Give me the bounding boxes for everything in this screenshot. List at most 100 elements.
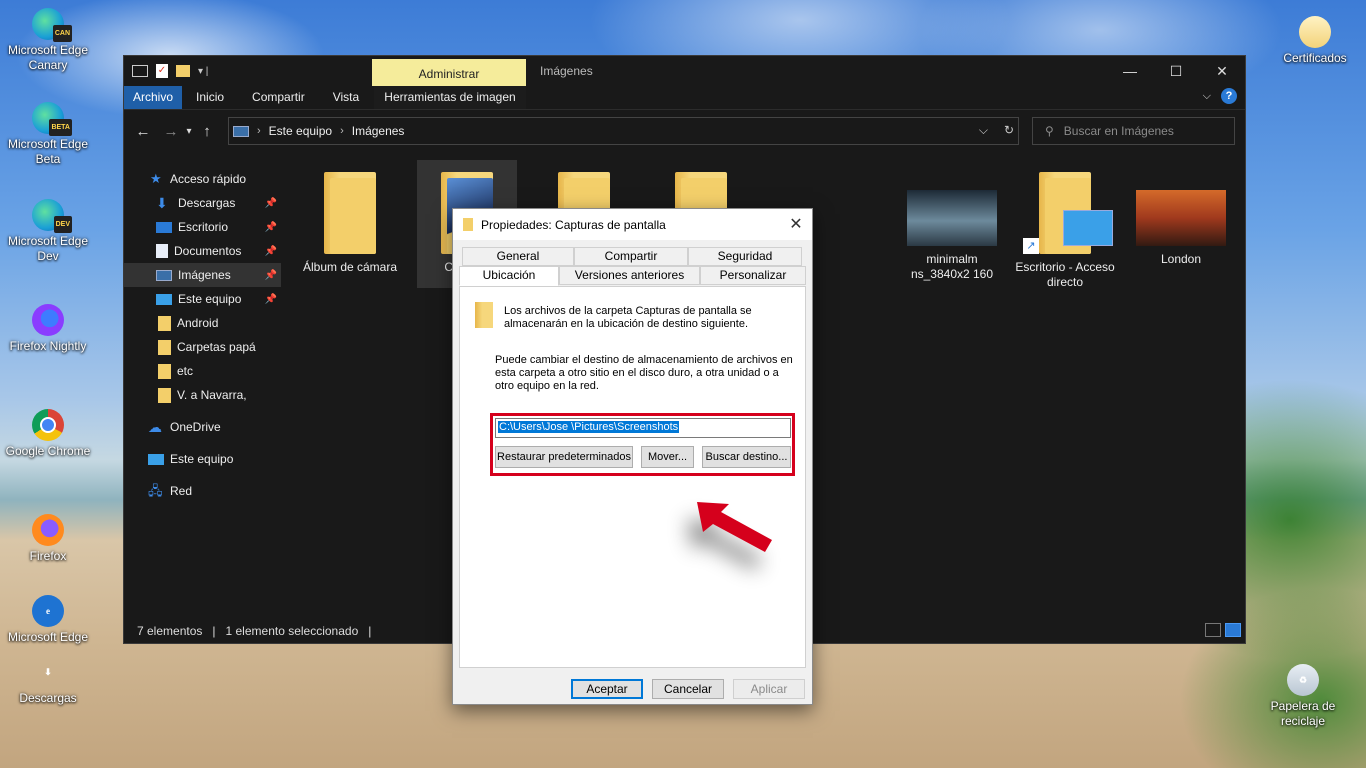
selection-count: 1 elemento seleccionado bbox=[225, 624, 359, 638]
tab-compartir[interactable]: Compartir bbox=[238, 86, 319, 109]
breadcrumb-este-equipo[interactable]: Este equipo bbox=[269, 124, 332, 138]
sidebar-item-v-navarra[interactable]: V. a Navarra, bbox=[124, 383, 281, 407]
sidebar-item-android[interactable]: Android bbox=[124, 311, 281, 335]
file-item-minimalmountains[interactable]: minimalm ns_3840x2 160 bbox=[902, 160, 1002, 300]
properties-icon[interactable] bbox=[132, 65, 148, 77]
sidebar-item-imagenes[interactable]: Imágenes 📌 bbox=[124, 263, 281, 287]
desktop-icon-edge-beta[interactable]: BETA Microsoft Edge Beta bbox=[3, 102, 93, 167]
sidebar-item-label: Escritorio bbox=[178, 220, 229, 234]
sidebar-item-red[interactable]: 🖧 Red bbox=[124, 479, 281, 503]
manage-context-tab[interactable]: Administrar bbox=[372, 59, 526, 86]
search-box[interactable]: ⚲ Buscar en Imágenes bbox=[1032, 117, 1235, 145]
sidebar-item-documentos[interactable]: Documentos 📌 bbox=[124, 239, 281, 263]
tab-compartir[interactable]: Compartir bbox=[574, 247, 688, 266]
address-dropdown-icon[interactable]: ⌵ bbox=[979, 123, 988, 138]
edge-dev-icon: DEV bbox=[32, 199, 72, 233]
file-label: London bbox=[1160, 252, 1202, 266]
desktop-icon-edge-dev[interactable]: DEV Microsoft Edge Dev bbox=[3, 199, 93, 264]
desktop-icon-label: Google Chrome bbox=[5, 444, 91, 458]
selected-path-text: C:\Users\Jose \Pictures\Screenshots bbox=[498, 421, 680, 433]
desktop-icon-firefox-nightly[interactable]: Firefox Nightly bbox=[3, 304, 93, 354]
sidebar-item-carpetas-papa[interactable]: Carpetas papá bbox=[124, 335, 281, 359]
file-item-london[interactable]: London bbox=[1131, 160, 1231, 280]
sidebar-item-descargas[interactable]: ⬇ Descargas 📌 bbox=[124, 191, 281, 215]
pin-icon: 📌 bbox=[264, 221, 277, 233]
cancel-button[interactable]: Cancelar bbox=[652, 679, 724, 699]
tab-general[interactable]: General bbox=[462, 247, 574, 266]
desktop-icon-certificados[interactable]: Certificados bbox=[1270, 16, 1360, 66]
help-icon[interactable]: ? bbox=[1221, 88, 1237, 104]
firefox-nightly-icon bbox=[32, 304, 64, 336]
sidebar-item-acceso-rapido[interactable]: ★ Acceso rápido bbox=[124, 167, 281, 191]
breadcrumb-imagenes[interactable]: Imágenes bbox=[352, 124, 405, 138]
tab-ubicacion[interactable]: Ubicación bbox=[459, 266, 559, 286]
tab-herramientas-imagen[interactable]: Herramientas de imagen bbox=[374, 86, 526, 109]
explorer-titlebar: ✓ ▾ | Administrar Imágenes — ☐ ✕ bbox=[124, 56, 1245, 86]
ok-button[interactable]: Aceptar bbox=[571, 679, 643, 699]
desktop-icon-descargas[interactable]: ⬇ Descargas bbox=[3, 656, 93, 706]
details-view-icon[interactable] bbox=[1205, 623, 1221, 637]
location-path-input[interactable]: C:\Users\Jose \Pictures\Screenshots bbox=[495, 418, 791, 438]
file-label: Escritorio - Acceso directo bbox=[1015, 260, 1115, 289]
desktop-icon-google-chrome[interactable]: Google Chrome bbox=[3, 409, 93, 459]
sidebar-item-label: Android bbox=[177, 316, 219, 330]
up-arrow-icon[interactable]: ↑ bbox=[195, 123, 219, 140]
desktop-icon-microsoft-edge[interactable]: e Microsoft Edge bbox=[3, 595, 93, 645]
recent-locations-icon[interactable]: ▾ bbox=[183, 126, 195, 137]
tab-seguridad[interactable]: Seguridad bbox=[688, 247, 802, 266]
close-button[interactable]: ✕ bbox=[1199, 56, 1245, 86]
tab-inicio[interactable]: Inicio bbox=[182, 86, 238, 109]
sidebar-item-etc[interactable]: etc bbox=[124, 359, 281, 383]
sidebar-item-este-equipo-pinned[interactable]: Este equipo 📌 bbox=[124, 287, 281, 311]
checklist-icon[interactable]: ✓ bbox=[156, 64, 168, 78]
sidebar-item-onedrive[interactable]: ☁ OneDrive bbox=[124, 415, 281, 439]
chevron-right-icon[interactable]: › bbox=[257, 125, 261, 137]
search-placeholder: Buscar en Imágenes bbox=[1063, 124, 1174, 138]
desktop-icon-label: Firefox bbox=[29, 549, 67, 563]
refresh-icon[interactable]: ↻ bbox=[1004, 123, 1014, 138]
file-item-album-camara[interactable]: Álbum de cámara bbox=[300, 160, 400, 280]
move-button[interactable]: Mover... bbox=[641, 446, 694, 468]
sidebar-item-label: Este equipo bbox=[178, 292, 242, 306]
forward-arrow-icon[interactable]: → bbox=[159, 123, 183, 140]
desktop-icon-label: Descargas bbox=[19, 691, 77, 705]
desktop-icon-edge-canary[interactable]: CAN Microsoft Edge Canary bbox=[3, 8, 93, 73]
desktop-icon-firefox[interactable]: Firefox bbox=[3, 514, 93, 564]
file-item-escritorio-acceso-directo[interactable]: ↗ Escritorio - Acceso directo bbox=[1015, 160, 1115, 290]
large-icons-view-icon[interactable] bbox=[1225, 623, 1241, 637]
sidebar-item-label: V. a Navarra, bbox=[177, 388, 247, 402]
window-controls: — ☐ ✕ bbox=[1107, 56, 1245, 86]
minimize-button[interactable]: — bbox=[1107, 56, 1153, 86]
tab-archivo[interactable]: Archivo bbox=[124, 86, 183, 109]
folder-icon bbox=[158, 363, 171, 379]
back-arrow-icon[interactable]: ← bbox=[131, 123, 155, 140]
find-target-button[interactable]: Buscar destino... bbox=[702, 446, 791, 468]
sidebar-item-label: etc bbox=[177, 364, 194, 378]
sidebar-item-label: Descargas bbox=[178, 196, 236, 210]
search-icon: ⚲ bbox=[1045, 124, 1054, 138]
address-bar[interactable]: › Este equipo › Imágenes ⌵ ↻ bbox=[228, 117, 1019, 145]
quick-access-toolbar: ✓ ▾ | bbox=[124, 64, 208, 78]
tab-vista[interactable]: Vista bbox=[319, 86, 373, 109]
new-folder-icon[interactable] bbox=[176, 65, 190, 77]
pin-icon: 📌 bbox=[264, 293, 277, 305]
chevron-right-icon[interactable]: › bbox=[340, 125, 344, 137]
computer-icon bbox=[156, 293, 172, 305]
restore-defaults-button[interactable]: Restaurar predeterminados bbox=[495, 446, 633, 468]
folder-icon bbox=[324, 172, 376, 254]
sidebar-item-este-equipo[interactable]: Este equipo bbox=[124, 447, 281, 471]
tab-versiones-anteriores[interactable]: Versiones anteriores bbox=[559, 266, 700, 285]
sidebar-item-label: Red bbox=[170, 484, 193, 498]
expand-ribbon-icon[interactable]: ⌵ bbox=[1203, 90, 1211, 103]
dialog-close-button[interactable]: ✕ bbox=[780, 209, 812, 240]
documents-icon bbox=[156, 244, 168, 258]
desktop-icon-recycle-bin[interactable]: ♻ Papelera de reciclaje bbox=[1258, 664, 1348, 729]
ribbon-tabs: Archivo Inicio Compartir Vista Herramien… bbox=[124, 86, 1245, 109]
sidebar-item-escritorio[interactable]: Escritorio 📌 bbox=[124, 215, 281, 239]
customize-toolbar-dropdown-icon[interactable]: ▾ | bbox=[198, 66, 208, 77]
maximize-button[interactable]: ☐ bbox=[1153, 56, 1199, 86]
apply-button[interactable]: Aplicar bbox=[733, 679, 805, 699]
tab-personalizar[interactable]: Personalizar bbox=[700, 266, 806, 285]
certificate-file-icon bbox=[1299, 16, 1331, 48]
red-annotation-arrow-icon bbox=[697, 502, 772, 552]
